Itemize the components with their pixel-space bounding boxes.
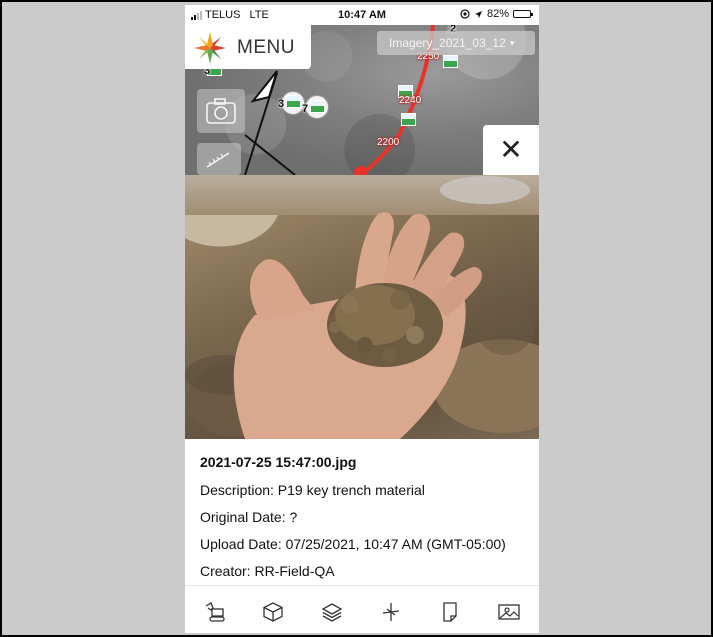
tool-equipment[interactable] [203,600,227,624]
photo-preview[interactable] [185,175,539,439]
photo-filename: 2021-07-25 15:47:00.jpg [200,454,357,470]
photo-details: 2021-07-25 15:47:00.jpg Description: P19… [185,439,539,585]
measure-button[interactable] [197,143,241,175]
menu-label: MENU [237,37,295,58]
tool-survey[interactable] [379,600,403,624]
photo-original-date: Original Date: ? [200,509,298,525]
photo-marker [310,100,325,113]
document-icon [443,602,457,622]
chevron-down-icon: ▾ [509,37,515,48]
close-button[interactable]: ✕ [483,125,539,175]
arrow-marker [250,70,278,103]
camera-icon [206,98,236,124]
chainage-label: 2200 [377,137,400,148]
photo-marker [286,95,301,108]
boundary-line-2 [244,134,296,175]
camera-button[interactable] [197,89,245,133]
cluster-count: 3 [278,98,285,110]
chainage-label: 2240 [399,95,422,106]
photo-marker[interactable] [443,55,458,68]
photo-marker[interactable] [401,113,416,126]
tool-documents[interactable] [438,600,462,624]
battery-percent: 82% [486,8,509,20]
imagery-dropdown-value: Imagery_2021_03_12 [389,36,506,50]
photo-creator: Creator: RR-Field-QA [200,563,335,579]
cube-icon [263,602,283,622]
photo-description: Description: P19 key trench material [200,482,425,498]
photo-upload-date: Upload Date: 07/25/2021, 10:47 AM (GMT-0… [200,536,506,552]
close-icon: ✕ [499,134,523,165]
phone-screen: 3 3 7 2 2250 2240 2200 Imagery_2021_03_1… [185,5,539,633]
status-bar: TELUS LTE 10:47 AM 82% [185,5,539,25]
excavator-icon [205,602,225,622]
bottom-toolbar [185,585,539,633]
layers-icon [321,603,343,622]
image-icon [498,604,520,620]
tool-layers[interactable] [320,600,344,624]
imagery-dropdown[interactable]: Imagery_2021_03_12 ▾ [377,31,535,55]
route-end-marker [354,166,368,175]
menu-button[interactable]: MENU [185,25,311,69]
ruler-icon [206,152,230,168]
screen-lock-icon [460,9,470,19]
battery-icon [513,10,533,18]
cluster-count: 7 [302,103,309,115]
compass-star-logo-icon [194,32,226,64]
tool-photos[interactable] [497,600,521,624]
tool-3d[interactable] [261,600,285,624]
survey-icon [382,603,400,621]
photo-hand-soil [185,176,535,439]
location-arrow-icon [474,10,482,18]
